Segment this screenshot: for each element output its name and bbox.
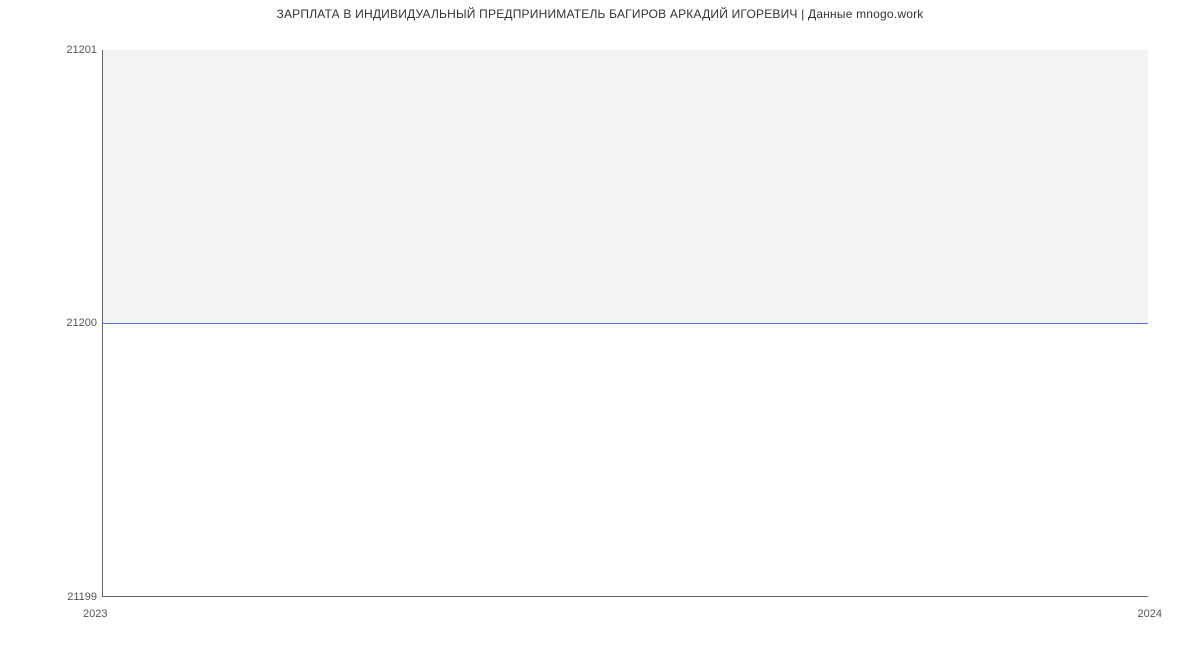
chart-title: ЗАРПЛАТА В ИНДИВИДУАЛЬНЫЙ ПРЕДПРИНИМАТЕЛ… [0, 7, 1200, 21]
y-axis-tick-label: 21201 [66, 44, 97, 56]
x-axis-tick-label: 2024 [1138, 608, 1162, 620]
x-axis-tick-label: 2023 [83, 608, 107, 620]
plot-area [102, 50, 1148, 597]
y-axis-tick-label: 21199 [67, 591, 97, 603]
data-line [103, 323, 1148, 324]
y-axis-tick-label: 21200 [66, 317, 97, 329]
chart-container: ЗАРПЛАТА В ИНДИВИДУАЛЬНЫЙ ПРЕДПРИНИМАТЕЛ… [0, 0, 1200, 650]
area-fill [103, 50, 1148, 323]
